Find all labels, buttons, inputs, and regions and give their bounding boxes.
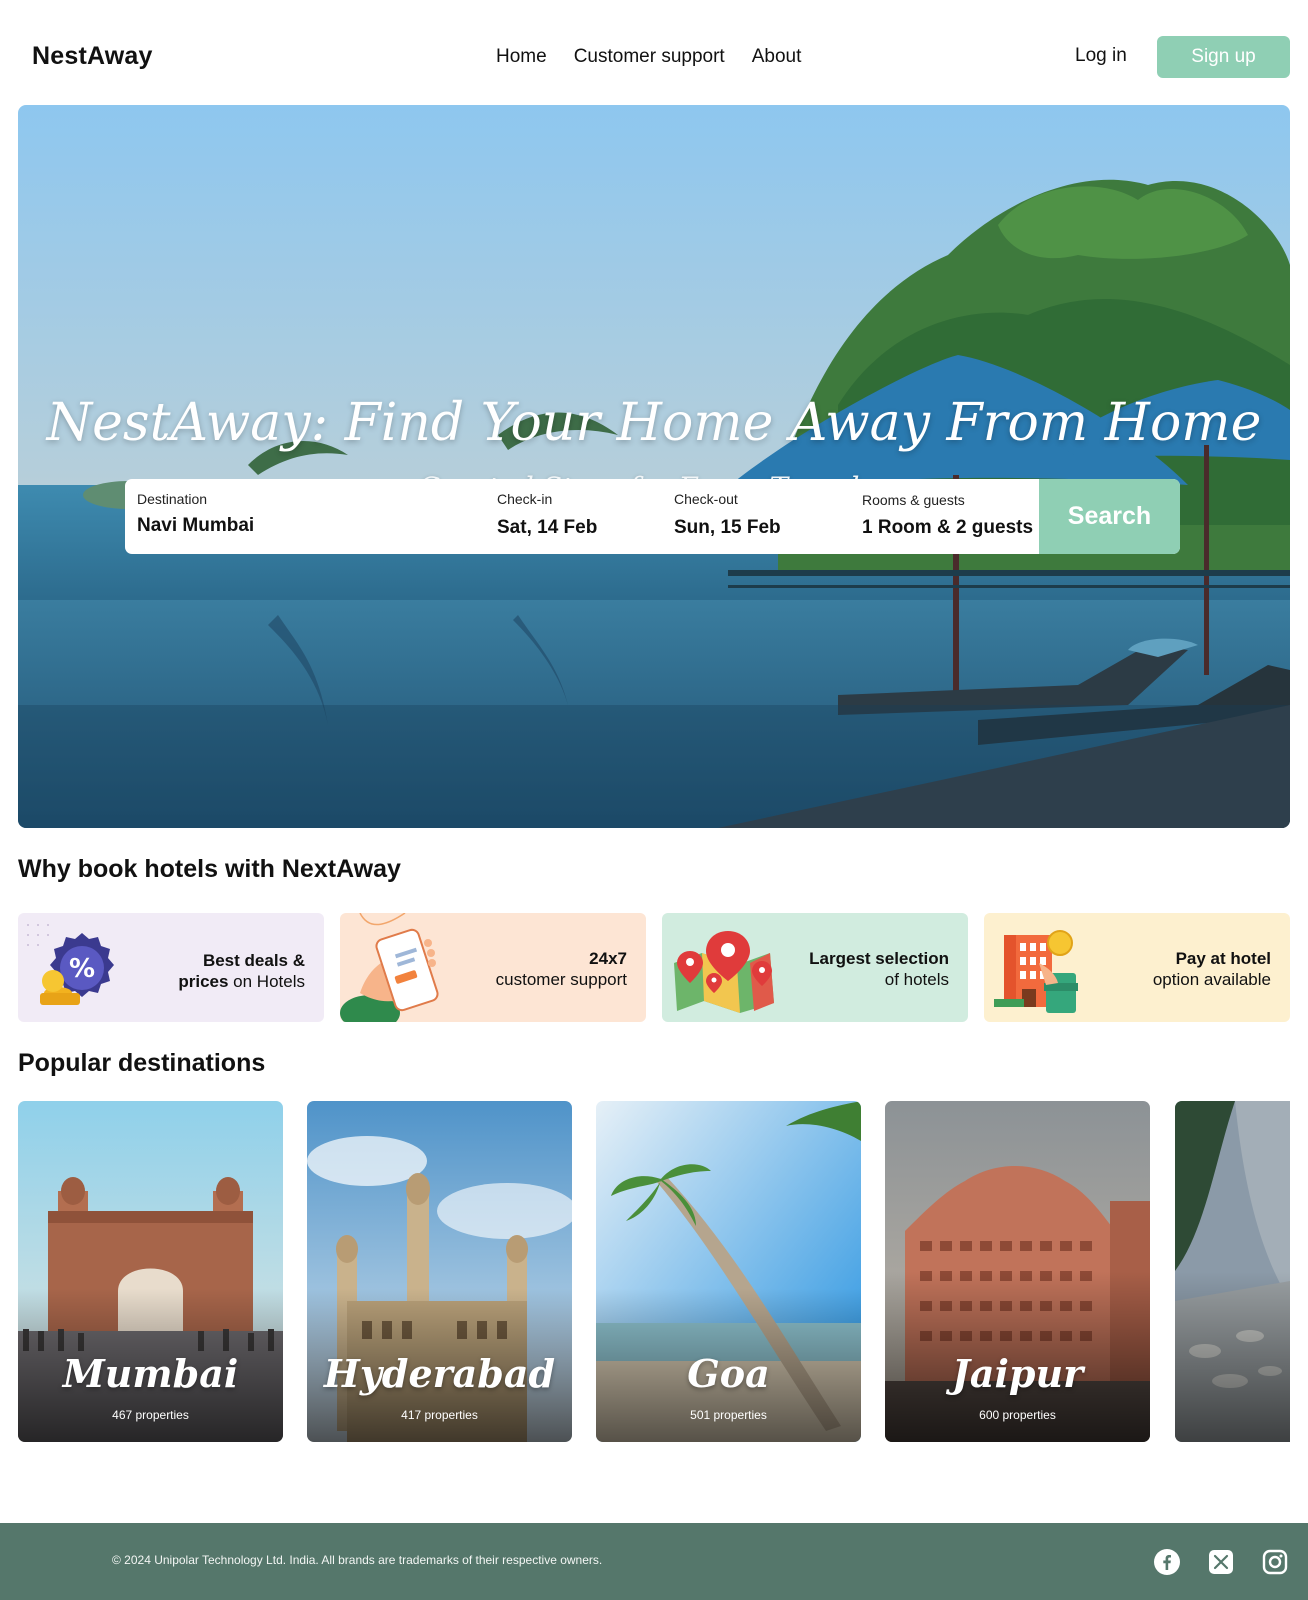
feature-selection-line1: Largest selection [809,949,949,968]
search-bar: Destination Navi Mumbai Check-in Sat, 14… [125,479,1180,554]
main-nav: Home Customer support About [496,46,801,68]
rooms-guests-field[interactable]: Rooms & guests 1 Room & 2 guests [850,479,1040,554]
feature-support-line1: 24x7 [589,949,627,968]
login-link[interactable]: Log in [1075,45,1127,67]
feature-selection-text: Largest selection of hotels [809,948,949,990]
destination-label: Destination [137,491,208,507]
feature-best-deals: % Best deals & prices on Hotels [18,913,324,1022]
destination-name: Hyderabad [323,1351,556,1396]
rooms-guests-value: 1 Room & 2 guests [862,517,1034,538]
hero-title: NestAway: Find Your Home Away From Home [46,393,1262,453]
feature-best-deals-line1: Best deals & [202,951,305,970]
footer: © 2024 Unipolar Technology Ltd. India. A… [0,1523,1308,1600]
rooms-guests-label: Rooms & guests [862,492,965,508]
nav-customer-support[interactable]: Customer support [574,46,725,68]
destination-name: Jaipur [951,1351,1084,1396]
destination-partial-image [1175,1101,1290,1442]
footer-copyright: © 2024 Unipolar Technology Ltd. India. A… [112,1553,603,1567]
destination-card-mumbai[interactable]: Mumbai 467 properties [18,1101,283,1442]
destination-value: Navi Mumbai [137,515,255,536]
feature-best-deals-line2-bold: prices [178,972,229,991]
destination-count: 600 properties [979,1408,1056,1422]
destination-card-hyderabad[interactable]: Hyderabad 417 properties [307,1101,572,1442]
x-icon[interactable] [1208,1549,1234,1575]
feature-pay-at-hotel: Pay at hotel option available [984,913,1290,1022]
checkout-label: Check-out [674,491,738,507]
checkin-value: Sat, 14 Feb [497,517,598,538]
nav-home[interactable]: Home [496,46,547,68]
site-logo[interactable]: NestAway [32,42,153,71]
destination-card-goa[interactable]: Goa 501 properties [596,1101,861,1442]
destination-card-partial[interactable]: Ma 540 [1175,1101,1290,1442]
feature-pay-line2: option available [1152,970,1271,989]
svg-text:%: % [69,954,95,984]
checkout-value: Sun, 15 Feb [674,517,781,538]
destination-card-jaipur[interactable]: Jaipur 600 properties [885,1101,1150,1442]
destination-count: 417 properties [401,1408,478,1422]
feature-selection: Largest selection of hotels [662,913,968,1022]
destination-name: Goa [687,1351,770,1396]
destination-name: Mumbai [62,1351,239,1396]
feature-pay-line1: Pay at hotel [1175,949,1271,968]
instagram-icon[interactable] [1262,1549,1288,1575]
destination-count: 501 properties [690,1408,767,1422]
feature-selection-line2: of hotels [884,970,949,989]
destination-count: 467 properties [112,1408,189,1422]
feature-support: 24x7 customer support [340,913,646,1022]
feature-support-line2: customer support [495,970,627,989]
feature-best-deals-line2: on Hotels [228,972,305,991]
checkout-field[interactable]: Check-out Sun, 15 Feb [662,479,842,554]
search-button[interactable]: Search [1039,479,1180,554]
signup-button[interactable]: Sign up [1157,36,1290,78]
feature-best-deals-text: Best deals & prices on Hotels [178,950,305,992]
feature-pay-text: Pay at hotel option available [1153,948,1271,990]
destination-field[interactable]: Destination Navi Mumbai [125,479,480,554]
popular-heading: Popular destinations [18,1049,266,1077]
top-header: NestAway Home Customer support About Log… [0,0,1308,104]
why-heading: Why book hotels with NextAway [18,855,401,883]
feature-support-text: 24x7 customer support [496,948,627,990]
hero-background-image [18,105,1290,828]
hero-banner: NestAway: Find Your Home Away From Home … [18,105,1290,828]
checkin-field[interactable]: Check-in Sat, 14 Feb [485,479,655,554]
nav-about[interactable]: About [752,46,802,68]
checkin-label: Check-in [497,491,553,507]
facebook-icon[interactable] [1154,1549,1180,1575]
